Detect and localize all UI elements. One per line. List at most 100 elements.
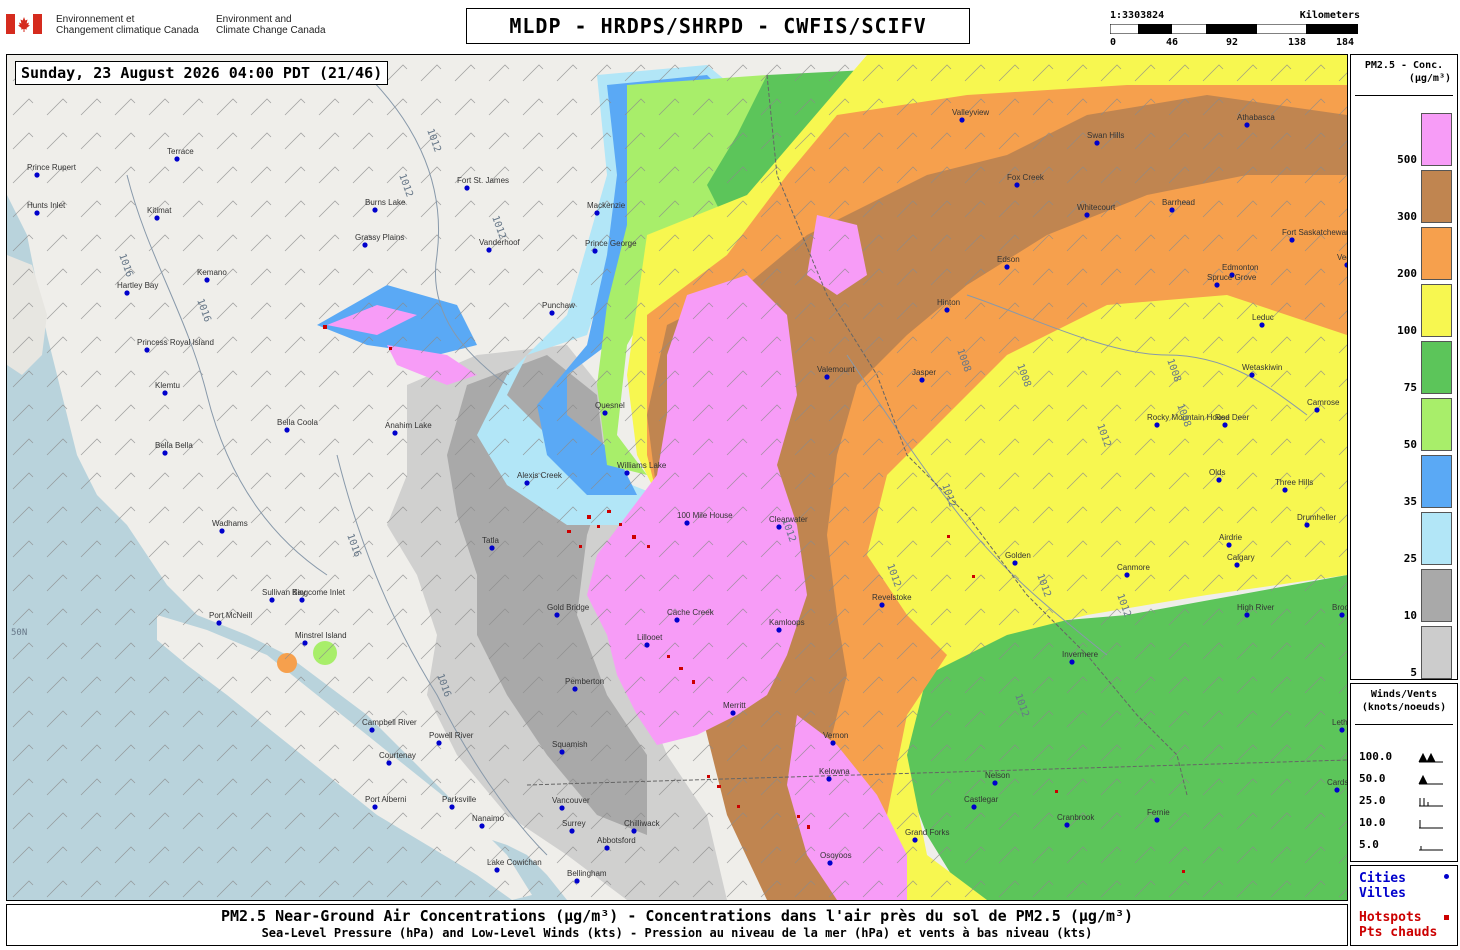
pm25-bin-label-200: 200: [1397, 267, 1417, 280]
city-dot-icon: [386, 760, 392, 766]
city-dot-icon: [1334, 787, 1340, 793]
city-dot-icon: [644, 642, 650, 648]
city-dot-icon: [1339, 727, 1345, 733]
city-dot-icon: [436, 740, 442, 746]
city-label: Nanaimo: [472, 814, 505, 823]
city-dot-icon: [879, 602, 885, 608]
city-dot-icon: [594, 210, 600, 216]
city-dot-icon: [631, 828, 637, 834]
city-label: Athabasca: [1237, 113, 1275, 122]
city-dot-icon: [524, 480, 530, 486]
city-label: Edson: [997, 255, 1020, 264]
city-label: Prince George: [585, 239, 637, 248]
wind-legend-title-line-1: Winds/Vents: [1370, 689, 1438, 700]
city-label: Cache Creek: [667, 608, 715, 617]
city-label: Canmore: [1117, 563, 1150, 572]
city-label: Swan Hills: [1087, 131, 1124, 140]
city-dot-icon: [216, 620, 222, 626]
city-dot-icon: [1244, 612, 1250, 618]
pm25-bin-label-300: 300: [1397, 210, 1417, 223]
city-label: Abbotsford: [597, 836, 636, 845]
city-label: Campbell River: [362, 718, 417, 727]
city-label: Grassy Plains: [355, 233, 404, 242]
scale-bar-graphic: [1110, 24, 1358, 34]
city-dot-icon: [919, 377, 925, 383]
pm25-bin-label-5: 5: [1410, 666, 1417, 679]
city-label: Quesnel: [595, 401, 625, 410]
wind-barb-100-icon: [1418, 752, 1443, 763]
city-label: Klemtu: [155, 381, 180, 390]
city-dot-icon: [971, 804, 977, 810]
map-panel[interactable]: Sunday, 23 August 2026 04:00 PDT (21/46): [6, 54, 1348, 901]
cities-legend-row: Cities Villes: [1359, 871, 1453, 901]
city-label: Bella Coola: [277, 418, 318, 427]
city-dot-icon: [604, 845, 610, 851]
smoke-forecast-map[interactable]: Prince Rupert Terrace Kitimat Hunts Inlet Bu…: [7, 55, 1347, 900]
city-dot-icon: [34, 210, 40, 216]
pm25-swatch-200: [1421, 227, 1452, 280]
city-label: Barrhead: [1162, 198, 1195, 207]
pm25-swatch-35: [1421, 455, 1452, 508]
city-label: Bellingham: [567, 869, 607, 878]
city-label: Drumheller: [1297, 513, 1336, 522]
city-label: Calgary: [1227, 553, 1255, 562]
wind-row-100: 100.0: [1359, 750, 1455, 768]
pm25-swatch-10: [1421, 569, 1452, 622]
city-label: Minstrel Island: [295, 631, 347, 640]
city-label: Revelstoke: [872, 593, 912, 602]
city-dot-icon: [1444, 874, 1449, 879]
wind-legend-title-line-2: (knots/noeuds): [1361, 702, 1447, 713]
city-label: Tatla: [482, 536, 499, 545]
city-dot-icon: [1289, 237, 1295, 243]
wind-row-25: 25.0: [1359, 794, 1455, 812]
dept-en-line-1: Environment and: [216, 14, 292, 25]
city-label: Princess Royal Island: [137, 338, 214, 347]
city-dot-icon: [1249, 372, 1255, 378]
city-label: Nelson: [985, 771, 1010, 780]
city-dot-icon: [162, 390, 168, 396]
city-dot-icon: [592, 248, 598, 254]
city-label: Kamloops: [769, 618, 805, 627]
city-dot-icon: [1169, 207, 1175, 213]
scale-tick-138: 138: [1288, 37, 1307, 48]
pm25-bin-label-50: 50: [1403, 438, 1417, 451]
city-label: Hartley Bay: [117, 281, 158, 290]
city-dot-icon: [486, 247, 492, 253]
city-dot-icon: [269, 597, 275, 603]
city-dot-icon: [1069, 659, 1075, 665]
city-dot-icon: [559, 749, 565, 755]
city-dot-icon: [284, 427, 290, 433]
city-label: Invermere: [1062, 650, 1099, 659]
city-dot-icon: [959, 117, 965, 123]
city-dot-icon: [302, 640, 308, 646]
city-dot-icon: [1124, 572, 1130, 578]
city-label: Vernon: [823, 731, 848, 740]
city-dot-icon: [1234, 562, 1240, 568]
city-label: Leduc: [1252, 313, 1274, 322]
city-label: Spruce Grove: [1207, 273, 1257, 282]
city-dot-icon: [204, 277, 210, 283]
pm25-legend: PM2.5 - Conc. (µg/m³) 500 300 200 100 75 50 35…: [1350, 54, 1458, 680]
dept-fr-line-1: Environnement et: [56, 14, 135, 25]
city-dot-icon: [144, 347, 150, 353]
city-dot-icon: [1314, 407, 1320, 413]
city-label: Valleyview: [952, 108, 989, 117]
cities-label-fr: Villes: [1359, 886, 1406, 901]
city-dot-icon: [684, 520, 690, 526]
city-dot-icon: [944, 307, 950, 313]
wind-row-50: 50.0: [1359, 772, 1455, 790]
city-label: Three Hills: [1275, 478, 1313, 487]
city-label: 100 Mile House: [677, 511, 733, 520]
city-dot-icon: [174, 156, 180, 162]
city-dot-icon: [1222, 422, 1228, 428]
city-label: Lake Cowichan: [487, 858, 542, 867]
city-dot-icon: [162, 450, 168, 456]
city-dot-icon: [776, 627, 782, 633]
city-label: Whitecourt: [1077, 203, 1116, 212]
city-label: Castlegar: [964, 795, 999, 804]
scale-unit: Kilometers: [1299, 10, 1360, 21]
caption-line-2: Sea-Level Pressure (hPa) and Low-Level W…: [261, 926, 1093, 940]
city-dot-icon: [1064, 822, 1070, 828]
city-label: Fernie: [1147, 808, 1170, 817]
city-dot-icon: [674, 617, 680, 623]
